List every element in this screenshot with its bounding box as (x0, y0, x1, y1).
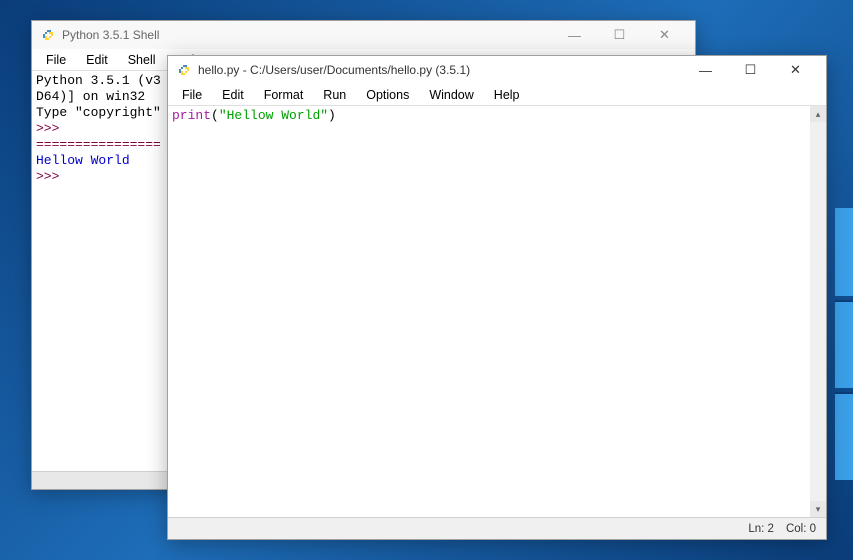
python-idle-icon (176, 62, 192, 78)
shell-titlebar[interactable]: Python 3.5.1 Shell — ☐ ✕ (32, 21, 695, 49)
shell-close-button[interactable]: ✕ (642, 21, 687, 49)
shell-title: Python 3.5.1 Shell (62, 28, 552, 42)
shell-minimize-button[interactable]: — (552, 21, 597, 49)
editor-text-area[interactable]: print("Hellow World") (168, 106, 810, 517)
editor-menu-help[interactable]: Help (484, 86, 530, 104)
editor-menu-edit[interactable]: Edit (212, 86, 254, 104)
status-line-number: Ln: 2 (748, 523, 774, 535)
python-editor-window[interactable]: hello.py - C:/Users/user/Documents/hello… (167, 55, 827, 540)
editor-menu-format[interactable]: Format (254, 86, 314, 104)
shell-prompt: >>> (36, 121, 67, 136)
python-idle-icon (40, 27, 56, 43)
editor-maximize-button[interactable]: ☐ (728, 56, 773, 84)
editor-statusbar: Ln: 2 Col: 0 (168, 517, 826, 539)
editor-close-button[interactable]: ✕ (773, 56, 818, 84)
shell-text-line: Type "copyright" (36, 105, 161, 120)
editor-scrollbar[interactable]: ▴ ▾ (810, 106, 826, 517)
desktop-tile (835, 208, 853, 296)
code-string: "Hellow World" (219, 108, 328, 123)
scrollbar-up-icon[interactable]: ▴ (810, 106, 826, 122)
editor-title: hello.py - C:/Users/user/Documents/hello… (198, 63, 683, 77)
shell-divider: ================ (36, 137, 161, 152)
editor-menubar: File Edit Format Run Options Window Help (168, 84, 826, 106)
code-paren: ( (211, 108, 219, 123)
editor-titlebar[interactable]: hello.py - C:/Users/user/Documents/hello… (168, 56, 826, 84)
code-paren: ) (328, 108, 336, 123)
shell-menu-edit[interactable]: Edit (76, 51, 118, 69)
shell-menu-shell[interactable]: Shell (118, 51, 166, 69)
shell-text-line: Python 3.5.1 (v3 (36, 73, 161, 88)
shell-prompt: >>> (36, 169, 67, 184)
shell-output: Hellow World (36, 153, 130, 168)
editor-menu-file[interactable]: File (172, 86, 212, 104)
shell-maximize-button[interactable]: ☐ (597, 21, 642, 49)
editor-menu-run[interactable]: Run (313, 86, 356, 104)
shell-menu-file[interactable]: File (36, 51, 76, 69)
desktop-tile (835, 392, 853, 480)
code-keyword: print (172, 108, 211, 123)
scrollbar-down-icon[interactable]: ▾ (810, 501, 826, 517)
shell-text-line: D64)] on win32 (36, 89, 145, 104)
editor-minimize-button[interactable]: — (683, 56, 728, 84)
editor-menu-options[interactable]: Options (356, 86, 419, 104)
editor-menu-window[interactable]: Window (419, 86, 483, 104)
status-col-number: Col: 0 (786, 523, 816, 535)
desktop-tile (835, 300, 853, 388)
